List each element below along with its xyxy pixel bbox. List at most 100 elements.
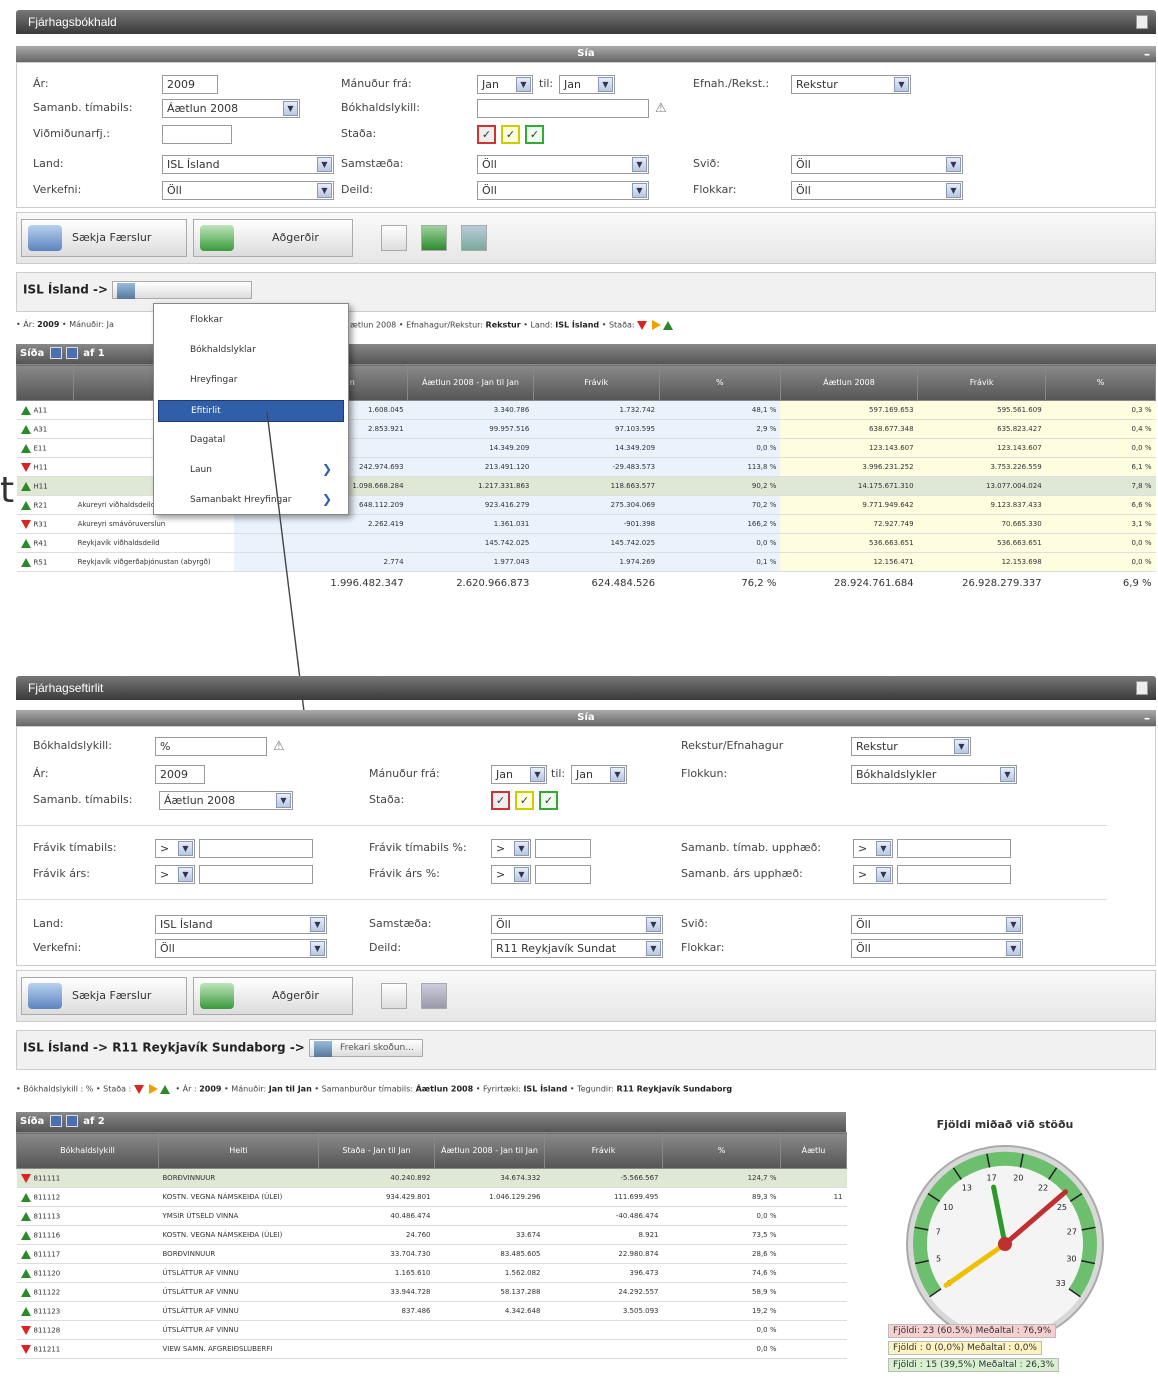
compare-year-amount-label: Samanb. árs upphæð:: [681, 867, 803, 880]
breadcrumb-text: ISL Ísland -> R11 Reykjavík Sundaborg ->: [23, 1040, 305, 1055]
table-row[interactable]: 811120 ÚTSLÁTTUR AF VINNU 1.165.610 1.562.0…: [16, 1263, 847, 1283]
status-gauge: 057101317202225273033: [906, 1145, 1104, 1336]
chart-stack-icon[interactable]: [421, 983, 447, 1009]
table-row[interactable]: 811112 KOSTN. VEGNA NÁMSKEIÐA (ÚLEI) 934.4…: [16, 1187, 847, 1207]
month-to-select[interactable]: Jan ▼: [571, 765, 627, 784]
column-header[interactable]: Áætlun 2008 - Jan til Jan: [434, 1132, 545, 1169]
value-cell: [780, 1263, 847, 1283]
value-cell: 24.760: [318, 1225, 435, 1245]
country-select[interactable]: ISL Ísland ▼: [155, 915, 327, 934]
classification-select[interactable]: Bókhaldslykler ▼: [851, 765, 1017, 784]
compare-period-amount-label: Samanb. tímab. upphæð:: [681, 841, 822, 854]
compare-period-amount-input[interactable]: [897, 839, 1011, 858]
status-up-icon: [20, 1230, 31, 1240]
project-select[interactable]: Öll ▼: [155, 939, 327, 958]
value-cell: 19,2 %: [662, 1301, 781, 1321]
compare-period-select[interactable]: Áætlun 2008 ▼: [159, 791, 293, 810]
export-icon[interactable]: [1136, 681, 1148, 695]
status-red-checkbox[interactable]: ✓: [491, 791, 510, 810]
account-name: KOSTN. VEGNA NÁMSKEIÐA (ÚLEI): [158, 1187, 319, 1207]
compare-year-amount-operator[interactable]: > ▼: [853, 865, 893, 884]
period-deviation-pct-operator[interactable]: > ▼: [491, 839, 531, 858]
status-down-icon: [20, 1344, 31, 1354]
group-select[interactable]: Öll ▼: [491, 915, 663, 934]
account-code: 811128: [33, 1326, 61, 1334]
column-header[interactable]: Áætlu: [780, 1132, 847, 1169]
value-cell: 33.674: [434, 1225, 545, 1245]
value-cell: 40.486.474: [318, 1206, 435, 1226]
status-down-icon: [20, 1173, 31, 1183]
period-deviation-label: Frávik tímabils:: [33, 841, 117, 854]
account-code: 811113: [33, 1212, 61, 1220]
year-deviation-pct-input[interactable]: [535, 865, 591, 884]
column-header[interactable]: Frávik: [544, 1132, 663, 1169]
compare-period-label: Samanb. tímabils:: [33, 793, 133, 806]
value-cell: 396.473: [544, 1263, 663, 1283]
value-cell: [780, 1320, 847, 1340]
fetch-entries-button[interactable]: Sækja Færslur: [21, 977, 187, 1015]
status-cell: 811120: [16, 1263, 159, 1283]
table-view-icon[interactable]: [381, 983, 407, 1009]
division-select[interactable]: Öll ▼: [851, 915, 1023, 934]
table-row[interactable]: 811128 ÚTSLÁTTUR AF VINNU 0,0 %: [16, 1320, 847, 1340]
table-row[interactable]: 811117 BORÐVINNUUR 33.704.730 83.485.605 22.…: [16, 1244, 847, 1264]
year-deviation-pct-operator[interactable]: > ▼: [491, 865, 531, 884]
status-green-checkbox[interactable]: ✓: [539, 791, 558, 810]
value-cell: [780, 1225, 847, 1245]
period-deviation-input[interactable]: [199, 839, 313, 858]
actions-button[interactable]: Aðgerðir: [193, 977, 353, 1015]
year-input[interactable]: 2009: [155, 765, 205, 784]
divider: [17, 825, 1107, 826]
table-row[interactable]: 811211 VIEW SAMN. AFGREIÐSLUBERFI 0,0 %: [16, 1339, 847, 1359]
status-up-icon: [20, 1211, 31, 1221]
account-code: 811111: [33, 1174, 61, 1182]
page-dropdown-icon[interactable]: [65, 1115, 78, 1127]
account-key-input[interactable]: %: [155, 737, 267, 756]
column-header[interactable]: Heiti: [158, 1132, 319, 1169]
column-header[interactable]: Bókhaldslykill: [16, 1132, 159, 1169]
filter-section-header[interactable]: Sía –: [16, 710, 1156, 726]
table-row[interactable]: 811116 KOSTN. VEGNA NÁMSKEIÐA (ÚLEI) 24.76…: [16, 1225, 847, 1245]
gauge-legend-item: Fjöldi : 0 (0,0%) Meðaltal : 0,0%: [888, 1341, 1042, 1355]
status-cell: 811113: [16, 1206, 159, 1226]
status-down-icon: [133, 1084, 144, 1094]
value-cell: 28,6 %: [662, 1244, 781, 1264]
income-balance-select[interactable]: Rekstur ▼: [851, 737, 971, 756]
value-cell: [780, 1206, 847, 1226]
search-icon[interactable]: ⚠: [273, 739, 285, 754]
value-cell: 22.980.874: [544, 1244, 663, 1264]
account-name: ÚTSLÁTTUR AF VINNU: [158, 1263, 319, 1283]
table-row[interactable]: 811122 ÚTSLÁTTUR AF VINNU 33.944.728 58.137…: [16, 1282, 847, 1302]
status-up-icon: [20, 1192, 31, 1202]
account-name: VIEW SAMN. AFGREIÐSLUBERFI: [158, 1339, 319, 1359]
compare-period-amount-operator[interactable]: > ▼: [853, 839, 893, 858]
department-select[interactable]: R11 Reykjavík Sundat ▼: [491, 939, 663, 958]
chevron-down-icon: ▼: [178, 867, 193, 882]
status-cell: 811123: [16, 1301, 159, 1321]
checklist-icon: [200, 983, 234, 1009]
status-yellow-checkbox[interactable]: ✓: [515, 791, 534, 810]
account-key-label: Bókhaldslykill:: [33, 739, 112, 752]
table-row[interactable]: 811113 YMSIR ÚTSELD VINNA 40.486.474 -40.48…: [16, 1206, 847, 1226]
chevron-down-icon: ▼: [954, 739, 969, 754]
value-cell: [434, 1339, 545, 1359]
categories-select[interactable]: Öll ▼: [851, 939, 1023, 958]
gauge-legend-item: Fjöldi: 23 (60.5%) Meðaltal : 76,9%: [888, 1324, 1057, 1338]
value-cell: 0,0 %: [662, 1206, 781, 1226]
compare-year-amount-input[interactable]: [897, 865, 1011, 884]
page-input[interactable]: [49, 1115, 62, 1127]
account-code: 811122: [33, 1288, 61, 1296]
table-row[interactable]: 811123 ÚTSLÁTTUR AF VINNU 837.486 4.342.648…: [16, 1301, 847, 1321]
period-deviation-operator[interactable]: > ▼: [155, 839, 195, 858]
year-deviation-input[interactable]: [199, 865, 313, 884]
period-deviation-pct-input[interactable]: [535, 839, 591, 858]
column-header[interactable]: Staða - Jan til Jan: [318, 1132, 435, 1169]
period-deviation-pct-label: Frávik tímabils %:: [369, 841, 467, 854]
table-row[interactable]: 811111 BORÐVINNUUR 40.240.892 34.674.332 -5.…: [16, 1168, 847, 1188]
collapse-icon[interactable]: –: [1144, 710, 1150, 726]
more-view-button[interactable]: Frekari skoðun...: [309, 1039, 423, 1057]
value-cell: 73,5 %: [662, 1225, 781, 1245]
month-from-select[interactable]: Jan ▼: [491, 765, 547, 784]
column-header[interactable]: %: [662, 1132, 781, 1169]
year-deviation-operator[interactable]: > ▼: [155, 865, 195, 884]
